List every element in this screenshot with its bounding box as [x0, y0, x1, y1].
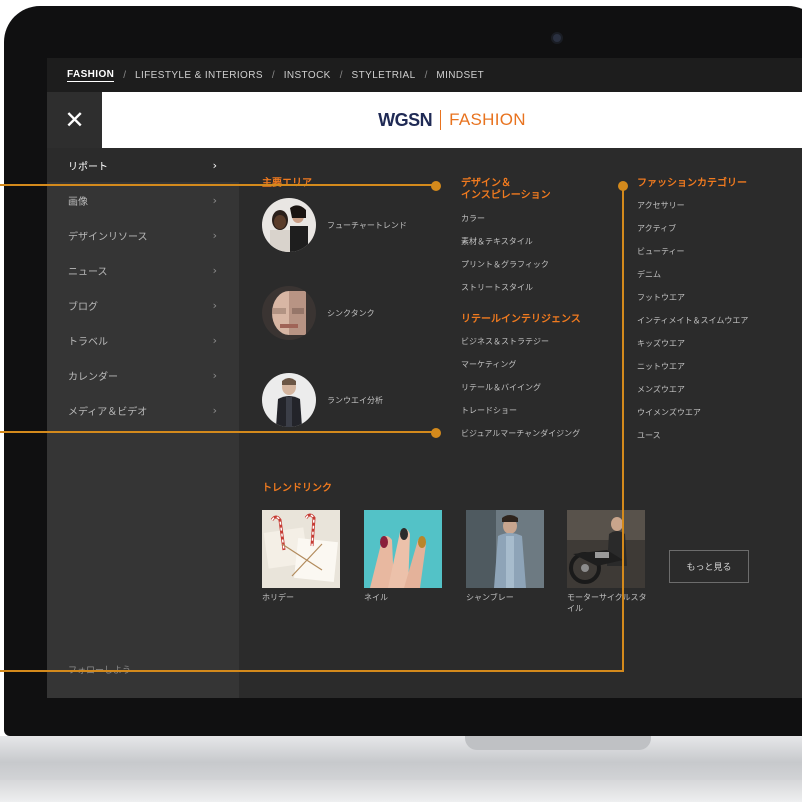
design-inspiration-heading-line2: インスピレーション	[461, 190, 551, 201]
trend-links-heading: トレンドリンク	[262, 483, 332, 494]
design-link-street-style[interactable]: ストリートスタイル	[461, 282, 533, 293]
sidebar-item-news[interactable]: ニュース ›	[47, 253, 239, 287]
design-inspiration-heading-line1: デザイン＆	[461, 178, 511, 189]
follow-us-label[interactable]: フォローしよう	[68, 663, 131, 676]
sidebar-item-images[interactable]: 画像 ›	[47, 183, 239, 217]
fashion-categories-heading: ファッションカテゴリー	[637, 178, 747, 189]
trend-thumb-motorcycle-style[interactable]	[567, 510, 645, 588]
category-link-womenswear[interactable]: ウイメンズウエア	[637, 407, 701, 418]
brand-logo-text: WGSN	[378, 109, 433, 130]
nav-fashion[interactable]: FASHION	[67, 69, 115, 82]
sidebar-item-label: トラベル	[68, 336, 108, 348]
sidebar-item-blog[interactable]: ブログ ›	[47, 288, 239, 322]
retail-link-trade-shows[interactable]: トレードショー	[461, 405, 517, 416]
future-trends-thumbnail	[262, 198, 316, 252]
chevron-right-icon: ›	[212, 403, 217, 417]
trend-label-chambray[interactable]: シャンブレー	[466, 592, 514, 603]
key-areas-heading: 主要エリア	[262, 178, 312, 189]
chevron-right-icon: ›	[212, 158, 217, 172]
trend-label-motorcycle-style-line2[interactable]: イル	[567, 603, 583, 614]
chevron-right-icon: ›	[212, 228, 217, 242]
brand-bar: WGSN FASHION	[102, 92, 802, 148]
screen: FASHION / LIFESTYLE & INTERIORS / INSTOC…	[47, 58, 802, 698]
design-link-materials[interactable]: 素材＆テキスタイル	[461, 236, 533, 247]
nav-separator: /	[339, 69, 343, 81]
top-nav: FASHION / LIFESTYLE & INTERIORS / INSTOC…	[47, 58, 802, 92]
retail-link-marketing[interactable]: マーケティング	[461, 359, 516, 370]
chevron-right-icon: ›	[212, 368, 217, 382]
design-link-color[interactable]: カラー	[461, 213, 485, 224]
trend-label-nails[interactable]: ネイル	[364, 592, 388, 603]
runway-analysis-thumbnail	[262, 373, 316, 427]
think-tank-thumbnail	[262, 286, 316, 340]
nav-lifestyle-interiors[interactable]: LIFESTYLE & INTERIORS	[135, 70, 263, 81]
nav-separator: /	[271, 69, 275, 81]
chevron-right-icon: ›	[212, 333, 217, 347]
key-area-think-tank[interactable]: シンクタンク	[262, 286, 375, 340]
category-link-denim[interactable]: デニム	[637, 269, 661, 280]
brand-section: FASHION	[449, 110, 526, 129]
category-link-kidswear[interactable]: キッズウエア	[637, 338, 685, 349]
nav-separator: /	[424, 69, 428, 81]
chevron-right-icon: ›	[212, 263, 217, 277]
retail-intelligence-heading: リテールインテリジェンス	[461, 314, 581, 325]
key-area-label: シンクタンク	[327, 308, 375, 318]
nav-mindset[interactable]: MINDSET	[436, 70, 484, 81]
laptop-base	[0, 736, 802, 802]
sidebar-item-label: 画像	[68, 196, 88, 208]
sidebar-item-calendar[interactable]: カレンダー ›	[47, 358, 239, 392]
retail-link-visual-merchandising[interactable]: ビジュアルマーチャンダイジング	[461, 428, 580, 439]
sidebar-item-design-resources[interactable]: デザインリソース ›	[47, 218, 239, 252]
sidebar-item-label: ブログ	[68, 301, 98, 313]
nav-separator: /	[123, 69, 127, 81]
category-link-menswear[interactable]: メンズウエア	[637, 384, 685, 395]
trend-thumb-nails[interactable]	[364, 510, 442, 588]
chevron-right-icon: ›	[212, 298, 217, 312]
chevron-right-icon: ›	[212, 193, 217, 207]
trend-label-holiday[interactable]: ホリデー	[262, 592, 294, 603]
key-area-label: ランウエイ分析	[327, 395, 383, 405]
key-area-runway-analysis[interactable]: ランウエイ分析	[262, 373, 383, 427]
category-link-knitwear[interactable]: ニットウエア	[637, 361, 685, 372]
sidebar-item-label: カレンダー	[68, 371, 118, 383]
sidebar-item-travel[interactable]: トラベル ›	[47, 323, 239, 357]
sidebar: リポート › 画像 › デザインリソース › ニュース › ブログ › トラベル…	[47, 148, 239, 698]
brand-logo[interactable]: WGSN	[378, 109, 433, 131]
key-area-future-trends[interactable]: フューチャートレンド	[262, 198, 407, 252]
laptop-notch	[465, 736, 651, 750]
laptop-base-shadow	[0, 780, 802, 802]
category-link-footwear[interactable]: フットウエア	[637, 292, 685, 303]
category-link-beauty[interactable]: ビューティー	[637, 246, 685, 257]
key-area-label: フューチャートレンド	[327, 220, 407, 230]
sidebar-item-label: デザインリソース	[68, 231, 148, 243]
trend-thumb-chambray[interactable]	[466, 510, 544, 588]
retail-link-retail-buying[interactable]: リテール＆バイイング	[461, 382, 541, 393]
retail-link-business-strategy[interactable]: ビジネス＆ストラテジー	[461, 336, 549, 347]
sidebar-item-reports[interactable]: リポート ›	[47, 148, 239, 182]
nav-styletrial[interactable]: STYLETRIAL	[352, 70, 416, 81]
category-link-accessories[interactable]: アクセサリー	[637, 200, 685, 211]
camera-icon	[553, 34, 561, 42]
trend-label-motorcycle-style-line1[interactable]: モーターサイクルスタ	[567, 592, 646, 603]
category-link-youth[interactable]: ユース	[637, 430, 661, 441]
close-button[interactable]: ✕	[47, 92, 102, 148]
sidebar-item-label: メディア＆ビデオ	[68, 406, 148, 418]
mega-menu-content: 主要エリア フューチャートレンド シンクタンク ランウエイ分析 デザイン＆ イン…	[239, 148, 802, 698]
see-more-button[interactable]: もっと見る	[669, 550, 749, 583]
nav-instock[interactable]: INSTOCK	[284, 70, 331, 81]
sidebar-item-label: ニュース	[68, 266, 108, 278]
category-link-intimates-swim[interactable]: インティメイト＆スイムウエア	[637, 315, 748, 326]
header-bar: ✕ WGSN FASHION	[47, 92, 802, 148]
brand-divider	[440, 110, 442, 130]
category-link-active[interactable]: アクティブ	[637, 223, 676, 234]
sidebar-item-label: リポート	[68, 161, 108, 173]
close-icon: ✕	[64, 106, 85, 134]
trend-thumb-holiday[interactable]	[262, 510, 340, 588]
sidebar-item-media-video[interactable]: メディア＆ビデオ ›	[47, 393, 239, 427]
design-link-print-graphic[interactable]: プリント＆グラフィック	[461, 259, 549, 270]
